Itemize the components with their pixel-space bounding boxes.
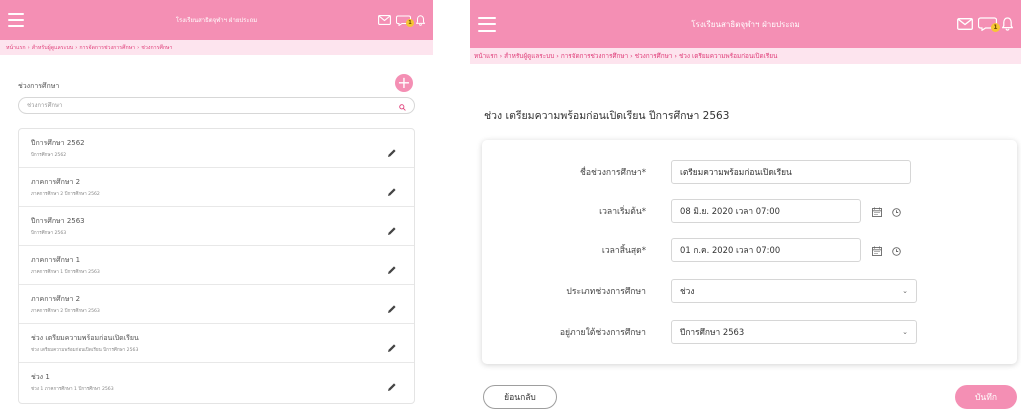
item-subtitle: ปีการศึกษา 2562	[31, 153, 67, 158]
calendar-icon[interactable]	[872, 202, 882, 221]
name-label: ชื่อช่วงการศึกษา*	[580, 168, 646, 178]
period-list: ปีการศึกษา 2562 ปีการศึกษา 2562 ภาคการศึ…	[18, 128, 415, 404]
breadcrumb-admin[interactable]: สำหรับผู้ดูแลระบบ	[504, 51, 554, 61]
breadcrumb-period-management[interactable]: การจัดการช่วงการศึกษา	[561, 51, 628, 61]
item-subtitle: ภาคการศึกษา 2 ปีการศึกษา 2563	[31, 309, 100, 314]
end-date-icons	[872, 241, 901, 260]
list-item[interactable]: ภาคการศึกษา 2 ภาคการศึกษา 2 ปีการศึกษา 2…	[19, 168, 414, 207]
breadcrumb-admin[interactable]: สำหรับผู้ดูแลระบบ	[32, 44, 74, 52]
school-name: โรงเรียนสาธิตจุฬาฯ ฝ่ายประถม	[175, 17, 258, 24]
school-name: โรงเรียนสาธิตจุฬาฯ ฝ่ายประถม	[691, 19, 800, 29]
mail-icon[interactable]	[957, 18, 973, 30]
pencil-icon[interactable]	[387, 182, 397, 201]
pencil-icon[interactable]	[387, 338, 397, 357]
save-button[interactable]: บันทึก	[955, 385, 1017, 409]
parent-select[interactable]: ปีการศึกษา 2563 ⌄	[671, 320, 917, 344]
search-box[interactable]	[18, 97, 415, 114]
breadcrumb-home[interactable]: หน้าแรก	[474, 51, 498, 61]
bell-icon[interactable]	[416, 14, 425, 26]
menu-icon[interactable]	[478, 16, 496, 32]
edit-screen: โรงเรียนสาธิตจุฬาฯ ฝ่ายประถม 1 หน้าแรก › …	[470, 0, 1021, 416]
list-header: ช่วงการศึกษา +	[18, 73, 415, 93]
page-title: ช่วง เตรียมความพร้อมก่อนเปิดเรียน ปีการศ…	[484, 110, 730, 122]
start-datetime-field[interactable]: 08 มิ.ย. 2020 เวลา 07:00	[671, 199, 861, 223]
chevron-down-icon: ⌄	[902, 287, 908, 295]
search-input[interactable]	[27, 102, 399, 109]
start-label: เวลาเริ่มต้น*	[599, 207, 646, 217]
item-title: ช่วง 1	[31, 373, 50, 381]
item-subtitle: ปีการศึกษา 2563	[31, 231, 67, 236]
list-item[interactable]: ปีการศึกษา 2563 ปีการศึกษา 2563	[19, 207, 414, 246]
list-item[interactable]: ปีการศึกษา 2562 ปีการศึกษา 2562	[19, 129, 414, 168]
form-card: ชื่อช่วงการศึกษา* เตรียมความพร้อมก่อนเปิ…	[482, 140, 1017, 364]
end-row: เวลาสิ้นสุด* 01 ก.ค. 2020 เวลา 07:00	[482, 237, 1017, 263]
chat-icon[interactable]: 1	[978, 17, 1000, 32]
mail-icon[interactable]	[378, 15, 391, 25]
notification-badge: 1	[406, 18, 414, 27]
breadcrumb-home[interactable]: หน้าแรก	[6, 44, 26, 52]
parent-select-value: ปีการศึกษา 2563	[680, 327, 745, 337]
item-title: ช่วง เตรียมความพร้อมก่อนเปิดเรียน	[31, 334, 139, 342]
list-item[interactable]: ช่วง 1 ช่วง 1 ภาคการศึกษา 1 ปีการศึกษา 2…	[19, 363, 414, 403]
bell-icon[interactable]	[1002, 17, 1013, 31]
start-row: เวลาเริ่มต้น* 08 มิ.ย. 2020 เวลา 07:00	[482, 198, 1017, 224]
top-bar: โรงเรียนสาธิตจุฬาฯ ฝ่ายประถม 1	[470, 0, 1021, 48]
item-title: ปีการศึกษา 2562	[31, 139, 85, 147]
breadcrumb: หน้าแรก › สำหรับผู้ดูแลระบบ › การจัดการช่ว…	[470, 48, 1021, 64]
list-title: ช่วงการศึกษา	[18, 81, 60, 90]
item-title: ภาคการศึกษา 1	[31, 256, 81, 264]
list-area: ช่วงการศึกษา + ปีการศึกษา 2562 ปีการศึกษ…	[0, 55, 433, 404]
item-subtitle: ภาคการศึกษา 2 ปีการศึกษา 2562	[31, 192, 100, 197]
top-bar: โรงเรียนสาธิตจุฬาฯ ฝ่ายประถม 1	[0, 0, 433, 40]
item-subtitle: ช่วง 1 ภาคการศึกษา 1 ปีการศึกษา 2563	[31, 387, 114, 392]
pencil-icon[interactable]	[387, 377, 397, 396]
search-icon[interactable]	[399, 96, 406, 115]
item-subtitle: ช่วง เตรียมความพร้อมก่อนเปิดเรียน ปีการศ…	[31, 348, 139, 353]
calendar-icon[interactable]	[872, 241, 882, 260]
type-select-value: ช่วง	[680, 286, 695, 296]
list-item[interactable]: ช่วง เตรียมความพร้อมก่อนเปิดเรียน ช่วง เ…	[19, 324, 414, 363]
item-title: ปีการศึกษา 2563	[31, 217, 85, 225]
breadcrumb-periods[interactable]: ช่วงการศึกษา	[635, 51, 673, 61]
top-icons: 1	[378, 14, 425, 27]
list-item[interactable]: ภาคการศึกษา 1 ภาคการศึกษา 1 ปีการศึกษา 2…	[19, 246, 414, 285]
notification-badge: 1	[991, 23, 1000, 32]
breadcrumb: หน้าแรก › สำหรับผู้ดูแลระบบ › การจัดการช่ว…	[0, 40, 433, 55]
pencil-icon[interactable]	[387, 221, 397, 240]
type-select[interactable]: ช่วง ⌄	[671, 279, 917, 303]
item-title: ภาคการศึกษา 2	[31, 295, 81, 303]
back-button[interactable]: ย้อนกลับ	[483, 385, 557, 409]
name-row: ชื่อช่วงการศึกษา* เตรียมความพร้อมก่อนเปิ…	[482, 159, 1017, 185]
end-label: เวลาสิ้นสุด*	[601, 246, 646, 256]
parent-label: อยู่ภายใต้ช่วงการศึกษา	[559, 328, 646, 338]
plus-icon: +	[397, 73, 411, 92]
clock-icon[interactable]	[892, 202, 901, 221]
breadcrumb-current: ช่วงการศึกษา	[141, 44, 173, 51]
chat-icon[interactable]: 1	[396, 15, 414, 27]
menu-icon[interactable]	[8, 13, 24, 27]
end-datetime-field[interactable]: 01 ก.ค. 2020 เวลา 07:00	[671, 238, 861, 262]
pencil-icon[interactable]	[387, 260, 397, 279]
type-row: ประเภทช่วงการศึกษา ช่วง ⌄	[482, 278, 1017, 304]
breadcrumb-current: ช่วง เตรียมความพร้อมก่อนเปิดเรียน	[678, 52, 778, 60]
type-label: ประเภทช่วงการศึกษา	[566, 287, 646, 297]
add-button[interactable]: +	[395, 74, 413, 92]
item-title: ภาคการศึกษา 2	[31, 178, 81, 186]
chevron-down-icon: ⌄	[902, 328, 908, 336]
item-subtitle: ภาคการศึกษา 1 ปีการศึกษา 2563	[31, 270, 100, 275]
list-item[interactable]: ภาคการศึกษา 2 ภาคการศึกษา 2 ปีการศึกษา 2…	[19, 285, 414, 324]
start-date-icons	[872, 202, 901, 221]
top-icons: 1	[957, 17, 1013, 32]
pencil-icon[interactable]	[387, 143, 397, 162]
pencil-icon[interactable]	[387, 299, 397, 318]
list-screen: โรงเรียนสาธิตจุฬาฯ ฝ่ายประถม 1 หน้าแรก › …	[0, 0, 433, 416]
name-field[interactable]: เตรียมความพร้อมก่อนเปิดเรียน	[671, 160, 911, 184]
parent-row: อยู่ภายใต้ช่วงการศึกษา ปีการศึกษา 2563 ⌄	[482, 319, 1017, 345]
breadcrumb-period-management[interactable]: การจัดการช่วงการศึกษา	[79, 44, 135, 52]
clock-icon[interactable]	[892, 241, 901, 260]
